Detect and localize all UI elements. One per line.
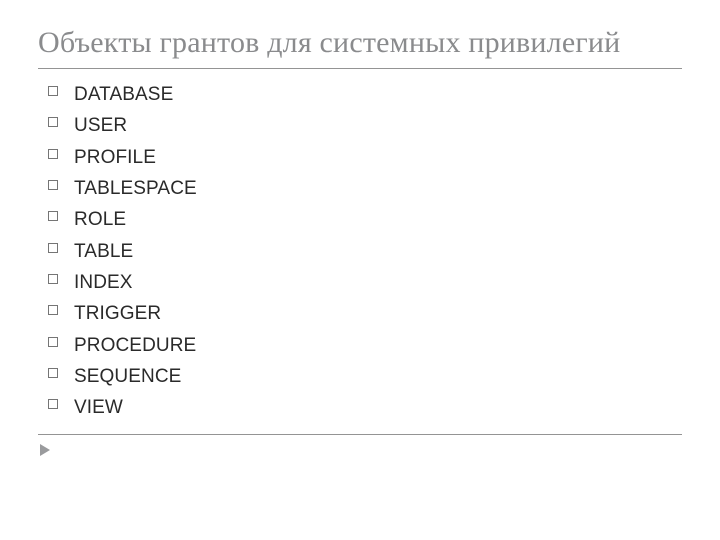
list-item: VIEW: [48, 392, 682, 423]
list-item: TRIGGER: [48, 298, 682, 329]
list-item: USER: [48, 110, 682, 141]
list-item-label: PROFILE: [74, 147, 156, 168]
divider-top: [38, 68, 682, 69]
footer-marker: [40, 443, 682, 461]
bullet-icon: [48, 86, 58, 96]
list-item: TABLE: [48, 236, 682, 267]
bullet-icon: [48, 180, 58, 190]
list-item-label: VIEW: [74, 397, 123, 418]
bullet-icon: [48, 243, 58, 253]
list-item: TABLESPACE: [48, 173, 682, 204]
privilege-list: DATABASE USER PROFILE TABLESPACE ROLE TA…: [38, 79, 682, 424]
bullet-icon: [48, 368, 58, 378]
list-item-label: DATABASE: [74, 84, 173, 105]
list-item-label: INDEX: [74, 272, 133, 293]
list-item: DATABASE: [48, 79, 682, 110]
bullet-icon: [48, 211, 58, 221]
bullet-icon: [48, 305, 58, 315]
list-item: PROCEDURE: [48, 330, 682, 361]
list-item-label: TABLE: [74, 241, 133, 262]
list-item: ROLE: [48, 204, 682, 235]
bullet-icon: [48, 117, 58, 127]
bullet-icon: [48, 149, 58, 159]
list-item-label: PROCEDURE: [74, 335, 196, 356]
list-item-label: TABLESPACE: [74, 178, 197, 199]
list-item: INDEX: [48, 267, 682, 298]
list-item-label: USER: [74, 115, 127, 136]
slide-title: Объекты грантов для системных привилегий: [38, 26, 682, 60]
bullet-icon: [48, 337, 58, 347]
bullet-icon: [48, 274, 58, 284]
triangle-icon: [40, 444, 50, 456]
bullet-icon: [48, 399, 58, 409]
list-item-label: SEQUENCE: [74, 366, 181, 387]
list-item: PROFILE: [48, 142, 682, 173]
list-item-label: ROLE: [74, 209, 126, 230]
divider-bottom: [38, 434, 682, 435]
slide: Объекты грантов для системных привилегий…: [0, 0, 720, 540]
list-item: SEQUENCE: [48, 361, 682, 392]
list-item-label: TRIGGER: [74, 303, 161, 324]
